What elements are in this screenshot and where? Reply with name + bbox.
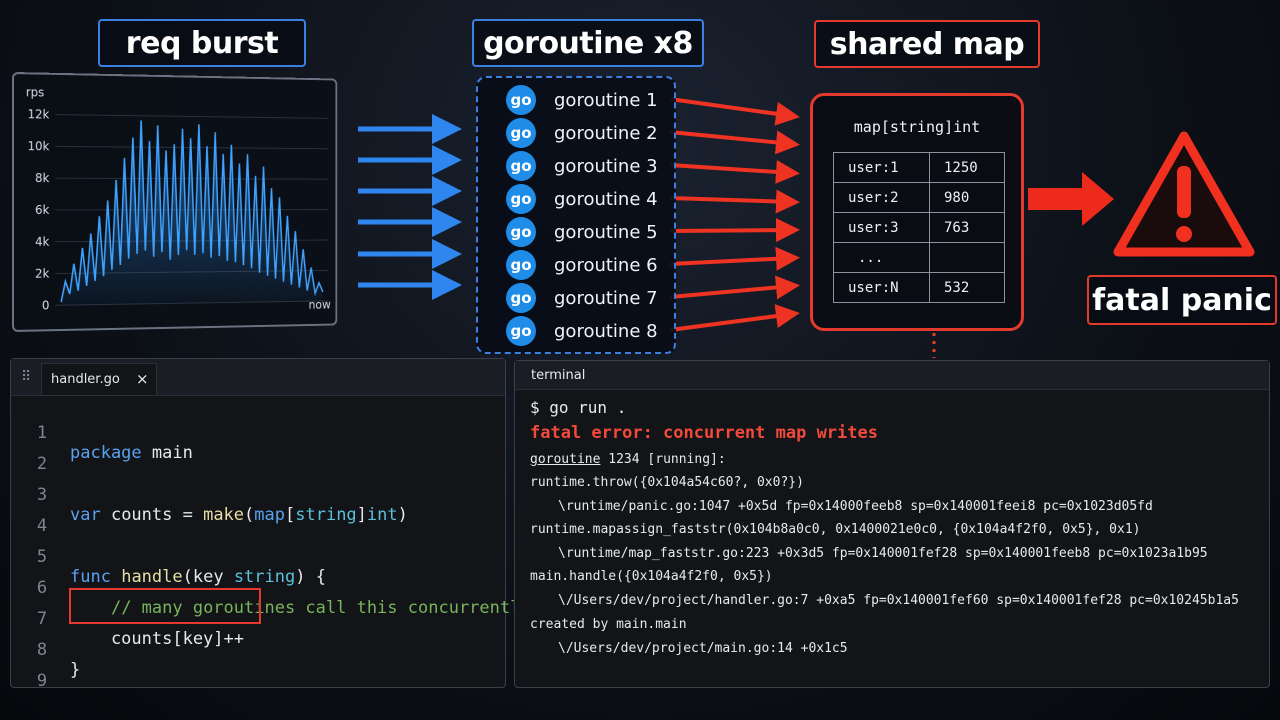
- shared-map-box: map[string]int user:1 1250 user:2 980 user…: [810, 93, 1024, 331]
- terminal-command: $ go run .: [530, 398, 627, 417]
- red-arrows: [669, 97, 800, 332]
- blue-arrows: [358, 114, 462, 300]
- trace-line: main.handle({0x104a4f2f0, 0x5}): [530, 569, 773, 584]
- table-row: user:N 532: [833, 272, 1005, 303]
- goroutine-label: goroutine 7: [554, 287, 658, 309]
- goroutine-item: go goroutine 6: [506, 250, 658, 280]
- grip-icon[interactable]: ⠿: [21, 369, 31, 385]
- warning-triangle-icon: [1113, 131, 1255, 257]
- code-line: 1 package main: [11, 403, 505, 463]
- tab-label: handler.go: [51, 372, 120, 387]
- goroutine-item: go goroutine 5: [506, 217, 658, 247]
- map-value: 532: [929, 272, 1005, 303]
- table-row: user:3 763: [833, 212, 1005, 243]
- map-key: user:1: [833, 152, 930, 183]
- goroutine-label: goroutine 1: [554, 89, 658, 111]
- code-line: 6 // many goroutines call this concurren…: [11, 558, 531, 618]
- go-logo-icon: go: [506, 217, 536, 247]
- map-value: [929, 242, 1005, 273]
- table-row: user:2 980: [833, 182, 1005, 213]
- go-logo-icon: go: [506, 250, 536, 280]
- code-line: 3 var counts = make(map[string]int): [11, 465, 505, 525]
- goroutine-item: go goroutine 7: [506, 283, 658, 313]
- goroutine-item: go goroutine 2: [506, 118, 658, 148]
- code-line: 2: [11, 434, 505, 474]
- goroutine-label: goroutine 3: [554, 155, 658, 177]
- code-line: 4: [11, 496, 505, 536]
- goroutine-label: goroutine 8: [554, 320, 658, 342]
- terminal-goroutine-line: goroutine 1234 [running]:: [530, 452, 726, 467]
- go-logo-icon: go: [506, 184, 536, 214]
- map-value: 980: [929, 182, 1005, 213]
- tab-handler-go[interactable]: handler.go ×: [41, 363, 157, 395]
- goroutine-status: 1234 [running]:: [600, 452, 726, 467]
- goroutine-item: go goroutine 3: [506, 151, 658, 181]
- trace-line: \runtime/map_faststr.go:223 +0x3d5 fp=0x…: [558, 546, 1208, 561]
- trace-line: \/Users/dev/project/handler.go:7 +0xa5 f…: [558, 593, 1239, 608]
- goroutine-label: goroutine 6: [554, 254, 658, 276]
- trace-line: created by main.main: [530, 617, 687, 632]
- table-row: ...: [833, 242, 1005, 273]
- map-type-label: map[string]int: [853, 118, 981, 136]
- terminal-title: terminal: [531, 368, 586, 383]
- map-table: user:1 1250 user:2 980 user:3 763 ... user:…: [833, 152, 1005, 303]
- code-line: 5 func handle(key string) {: [11, 527, 505, 587]
- racy-line-highlight: [69, 588, 261, 624]
- goroutine-item: go goroutine 8: [506, 316, 658, 346]
- fatal-panic-label: fatal panic: [1087, 275, 1277, 325]
- goroutine-label: goroutine 2: [554, 122, 658, 144]
- goroutine-label: goroutine 4: [554, 188, 658, 210]
- map-to-panic-arrow: [1028, 172, 1114, 226]
- go-logo-icon: go: [506, 283, 536, 313]
- goroutine-label: goroutine 5: [554, 221, 658, 243]
- code-line: 9: [11, 651, 505, 691]
- trace-line: runtime.throw({0x104a54c60?, 0x0?}): [530, 475, 804, 490]
- editor-tab-bar: ⠿ handler.go ×: [11, 359, 505, 396]
- terminal-panel: terminal $ go run . fatal error: concurr…: [514, 360, 1270, 688]
- go-logo-icon: go: [506, 316, 536, 346]
- map-key: user:2: [833, 182, 930, 213]
- terminal-header: terminal: [515, 361, 1269, 390]
- map-key: ...: [833, 242, 930, 273]
- goroutine-item: go goroutine 1: [506, 85, 658, 115]
- code-editor: ⠿ handler.go × 1 package main 2 3 var co…: [10, 358, 531, 691]
- map-key: user:3: [833, 212, 930, 243]
- table-row: user:1 1250: [833, 152, 1005, 183]
- map-value: 763: [929, 212, 1005, 243]
- map-value: 1250: [929, 152, 1005, 183]
- code-line: 8 }: [11, 620, 505, 680]
- terminal-error: fatal error: concurrent map writes: [530, 423, 878, 443]
- go-logo-icon: go: [506, 151, 536, 181]
- line-number: 9: [36, 671, 48, 691]
- trace-line: runtime.mapassign_faststr(0x104b8a0c0, 0…: [530, 522, 1141, 537]
- map-key: user:N: [833, 272, 930, 303]
- goroutine-group: go goroutine 1 go goroutine 2 go gorouti…: [476, 76, 676, 354]
- trace-line: \runtime/panic.go:1047 +0x5d fp=0x14000f…: [558, 499, 1153, 514]
- go-logo-icon: go: [506, 118, 536, 148]
- close-icon[interactable]: ×: [136, 370, 149, 388]
- goroutine-item: go goroutine 4: [506, 184, 658, 214]
- go-logo-icon: go: [506, 85, 536, 115]
- goroutine-word: goroutine: [530, 452, 601, 467]
- trace-line: \/Users/dev/project/main.go:14 +0x1c5: [558, 641, 848, 656]
